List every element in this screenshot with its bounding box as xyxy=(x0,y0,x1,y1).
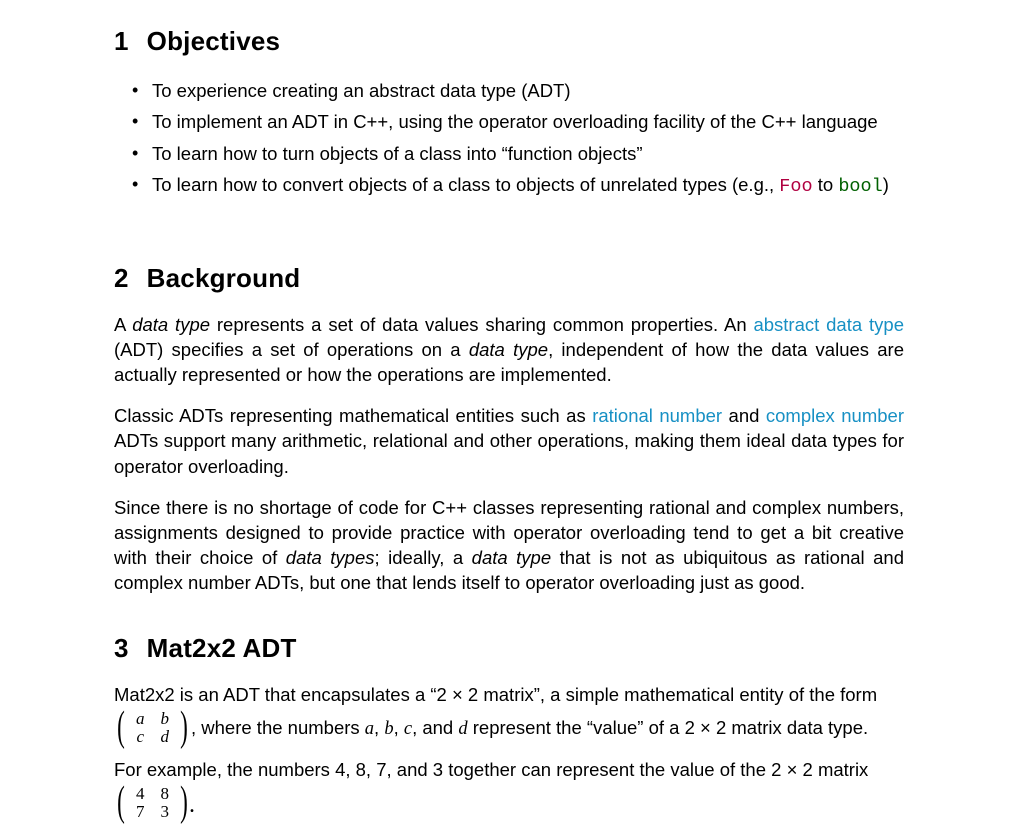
section-3-heading: 3 Mat2x2 ADT xyxy=(114,633,904,664)
mat-para-2: For example, the numbers 4, 8, 7, and 3 … xyxy=(114,757,904,782)
background-para-2: Classic ADTs representing mathematical e… xyxy=(114,403,904,478)
text: , and xyxy=(412,717,458,738)
term-data-type: data type xyxy=(469,339,548,360)
var-d: d xyxy=(458,719,467,739)
code-foo: Foo xyxy=(779,176,812,197)
text: and xyxy=(722,405,766,426)
section-3-title: Mat2x2 ADT xyxy=(147,633,297,663)
objective-3: To learn how to turn objects of a class … xyxy=(152,143,643,164)
list-item: To learn how to turn objects of a class … xyxy=(152,138,904,169)
objective-4-to: to xyxy=(813,174,839,195)
section-2-heading: 2 Background xyxy=(114,263,904,294)
background-para-1: A data type represents a set of data val… xyxy=(114,312,904,387)
text: (ADT) specifies a set of operations on a xyxy=(114,339,469,360)
mat-para-1: Mat2x2 is an ADT that encapsulates a “2 … xyxy=(114,682,904,707)
matrix-ex-a: 4 xyxy=(128,785,153,804)
period: . xyxy=(189,792,195,818)
matrix-b: b xyxy=(153,710,178,729)
right-paren-icon: ) xyxy=(180,709,188,747)
section-1-number: 1 xyxy=(114,26,129,57)
text: , where the numbers a, b, c, and d repre… xyxy=(191,717,868,738)
text: , xyxy=(374,717,384,738)
section-3-number: 3 xyxy=(114,633,129,664)
var-c: c xyxy=(404,719,412,739)
term-data-types: data types xyxy=(286,547,375,568)
text: represents a set of data values sharing … xyxy=(210,314,753,335)
matrix-a: a xyxy=(128,710,153,729)
right-paren-icon: ) xyxy=(180,784,188,822)
var-a: a xyxy=(365,719,374,739)
matrix-symbolic: ( a b c d ) xyxy=(114,709,191,747)
objective-1: To experience creating an abstract data … xyxy=(152,80,571,101)
list-item: To experience creating an abstract data … xyxy=(152,75,904,106)
link-complex-number[interactable]: complex number xyxy=(766,405,904,426)
matrix-example: ( 4 8 7 3 ) xyxy=(114,784,191,822)
list-item: To learn how to convert objects of a cla… xyxy=(152,169,904,202)
matrix-ex-c: 7 xyxy=(128,803,153,822)
list-item: To implement an ADT in C++, using the op… xyxy=(152,106,904,137)
text: A xyxy=(114,314,132,335)
matrix-d: d xyxy=(153,728,178,747)
matrix-example-line: ( 4 8 7 3 ) . xyxy=(114,784,904,822)
section-1-title: Objectives xyxy=(147,26,281,56)
objective-4-a: To learn how to convert objects of a cla… xyxy=(152,174,779,195)
matrix-c: c xyxy=(128,728,153,747)
document-page: 1 Objectives To experience creating an ab… xyxy=(0,0,1018,822)
term-data-type: data type xyxy=(132,314,210,335)
text: represent the “value” of a 2 × 2 matrix … xyxy=(468,717,869,738)
left-paren-icon: ( xyxy=(117,784,125,822)
text: Classic ADTs representing mathematical e… xyxy=(114,405,592,426)
section-2-number: 2 xyxy=(114,263,129,294)
left-paren-icon: ( xyxy=(117,709,125,747)
matrix-ex-d: 3 xyxy=(153,803,178,822)
text: , where the numbers xyxy=(191,717,365,738)
link-abstract-data-type[interactable]: abstract data type xyxy=(753,314,904,335)
matrix-body: a b c d xyxy=(128,710,177,747)
section-1-heading: 1 Objectives xyxy=(114,26,904,57)
objective-2: To implement an ADT in C++, using the op… xyxy=(152,111,878,132)
matrix-symbolic-line: ( a b c d ) , where the numbers a, b, c,… xyxy=(114,709,904,747)
var-b: b xyxy=(384,719,393,739)
text: For example, the numbers 4, 8, 7, and 3 … xyxy=(114,759,868,780)
objective-4-z: ) xyxy=(883,174,889,195)
matrix-body: 4 8 7 3 xyxy=(128,785,177,822)
text: ; ideally, a xyxy=(375,547,472,568)
text: , xyxy=(394,717,404,738)
objectives-list: To experience creating an abstract data … xyxy=(114,75,904,203)
text: ADTs support many arithmetic, relational… xyxy=(114,430,904,476)
link-rational-number[interactable]: rational number xyxy=(592,405,722,426)
code-bool: bool xyxy=(838,176,882,197)
term-data-type: data type xyxy=(472,547,551,568)
text: Mat2x2 is an ADT that encapsulates a “2 … xyxy=(114,684,877,705)
background-para-3: Since there is no shortage of code for C… xyxy=(114,495,904,596)
matrix-ex-b: 8 xyxy=(153,785,178,804)
section-2-title: Background xyxy=(147,263,301,293)
